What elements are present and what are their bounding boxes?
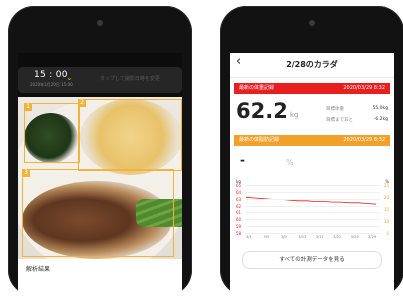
chart-grid-line bbox=[246, 205, 380, 207]
time-hint: タップして撮影日時を変更 bbox=[100, 76, 160, 82]
weight-chart: kg % 65 64 63 62 61 60 59 58 25 20 15 10 5 3/1 3/5 3/9 3… bbox=[234, 179, 390, 243]
detection-box-3[interactable]: 3 bbox=[22, 169, 174, 257]
analysis-panel: 解析結果 bbox=[18, 259, 182, 296]
y-tick-right: 10 bbox=[383, 219, 389, 224]
y-tick-left: 64 bbox=[236, 189, 242, 195]
y-tick-left: 65 bbox=[236, 183, 242, 188]
meal-screen: 15 : 00 2020年3月29日 15:00 ⌄ タップして撮影日時を変更 … bbox=[18, 53, 182, 296]
meal-photo: 1 2 3 bbox=[18, 97, 182, 275]
x-tick: 3/29 bbox=[368, 235, 377, 239]
to-target-value: -6.2kg bbox=[373, 117, 388, 122]
target-label: 目標体重 bbox=[326, 107, 344, 112]
detection-box-number: 3 bbox=[22, 169, 30, 177]
weight-summary: 62.2 kg 目標体重 55.0kg 目標まであと -6.2kg bbox=[230, 97, 394, 131]
latest-weight-date: 2020/03/29 8:32 bbox=[343, 85, 385, 91]
detection-box-number: 2 bbox=[78, 99, 86, 107]
speaker-dot bbox=[97, 20, 103, 26]
chart-grid-line bbox=[246, 198, 380, 200]
latest-fat-header: 最新の体脂肪記録 2020/03/29 8:32 bbox=[234, 135, 390, 146]
x-tick: 3/25 bbox=[350, 235, 359, 239]
y-tick-left: 60 bbox=[236, 217, 242, 223]
x-tick: 3/5 bbox=[263, 235, 270, 239]
x-tick: 3/13 bbox=[298, 235, 307, 239]
phone-meal-photo: 15 : 00 2020年3月29日 15:00 ⌄ タップして撮影日時を変更 … bbox=[8, 6, 192, 296]
y-tick-left: 63 bbox=[236, 196, 242, 202]
chart-grid-line bbox=[246, 226, 380, 228]
y-tick-right: 20 bbox=[383, 195, 389, 200]
y-tick-left: 62 bbox=[236, 203, 242, 209]
y-tick-left: 61 bbox=[236, 210, 242, 216]
y-tick-right: 15 bbox=[383, 207, 389, 212]
time-subtext: 2020年3月29日 15:00 bbox=[30, 82, 73, 87]
fat-unit: % bbox=[286, 158, 294, 167]
body-screen: ‹ 2/28のカラダ 最新の体重記録 2020/03/29 8:32 62.2 … bbox=[230, 53, 394, 296]
see-all-data-button[interactable]: すべての計測データを見る bbox=[242, 251, 382, 269]
chart-grid-line bbox=[246, 185, 380, 186]
latest-weight-header: 最新の体重記録 2020/03/29 8:32 bbox=[234, 83, 390, 94]
latest-weight-label: 最新の体重記録 bbox=[239, 85, 275, 91]
phone-body-record: ‹ 2/28のカラダ 最新の体重記録 2020/03/29 8:32 62.2 … bbox=[220, 6, 403, 296]
weight-unit: kg bbox=[290, 111, 299, 119]
to-target-label: 目標まであと bbox=[326, 118, 353, 123]
time-value: 15 : 00 bbox=[34, 70, 68, 80]
chart-grid-line bbox=[246, 219, 380, 221]
x-tick: 3/9 bbox=[280, 235, 287, 239]
time-selector[interactable]: 15 : 00 2020年3月29日 15:00 ⌄ タップして撮影日時を変更 bbox=[18, 67, 182, 93]
detection-box-1[interactable]: 1 bbox=[24, 103, 80, 163]
y-tick-right: 5 bbox=[386, 231, 389, 236]
y-tick-right: 25 bbox=[383, 183, 389, 188]
detection-box-2[interactable]: 2 bbox=[78, 99, 182, 171]
chart-grid-line bbox=[246, 233, 380, 234]
weight-value: 62.2 bbox=[236, 99, 288, 123]
x-tick: 3/1 bbox=[246, 235, 252, 239]
chart-grid-line bbox=[246, 212, 380, 214]
latest-fat-date: 2020/03/29 8:32 bbox=[343, 137, 385, 143]
y-tick-left: 58 bbox=[236, 231, 242, 236]
fat-value: - bbox=[240, 153, 245, 167]
top-nav: ‹ 2/28のカラダ bbox=[230, 53, 394, 78]
page-title: 2/28のカラダ bbox=[286, 60, 338, 69]
speaker-dot bbox=[309, 20, 315, 26]
latest-fat-label: 最新の体脂肪記録 bbox=[239, 137, 280, 143]
x-tick: 3/17 bbox=[315, 235, 324, 239]
target-value: 55.0kg bbox=[372, 106, 388, 111]
chart-grid-line bbox=[246, 191, 380, 193]
chevron-down-icon[interactable]: ⌄ bbox=[66, 73, 73, 82]
y-tick-left: 59 bbox=[236, 224, 242, 230]
x-tick: 3/21 bbox=[333, 235, 342, 239]
fat-summary: - % bbox=[230, 150, 394, 174]
detection-box-number: 1 bbox=[24, 103, 32, 111]
